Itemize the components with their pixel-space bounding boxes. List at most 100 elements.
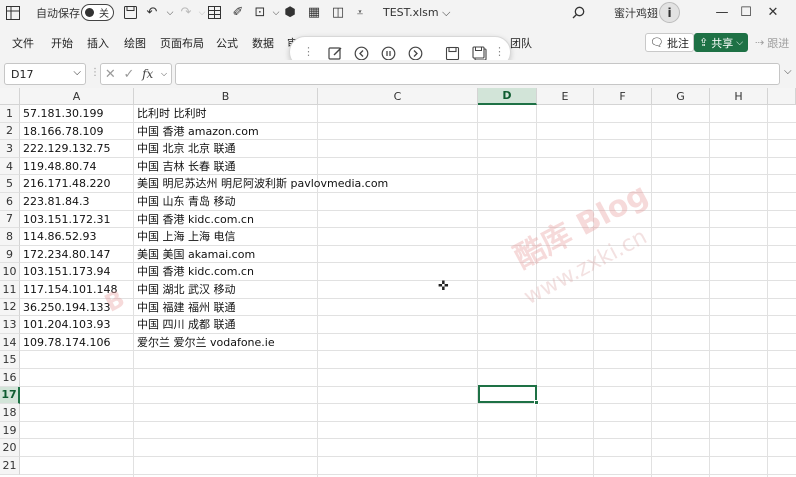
chevron-down-icon[interactable]: ⌵ [161, 69, 167, 79]
insert-function-button[interactable]: fx [142, 67, 153, 81]
macro-icon[interactable]: ▦ [304, 0, 324, 25]
cell-a8[interactable]: 114.86.52.93 [20, 228, 96, 246]
python-icon[interactable]: ⬢ [280, 0, 300, 25]
row-header-12[interactable]: 12 [0, 298, 20, 317]
cell-a5[interactable]: 216.171.48.220 [20, 175, 110, 193]
cell-b7[interactable]: 中国 香港 kidc.com.cn [134, 211, 254, 229]
column-header-overflow[interactable] [768, 88, 796, 105]
cell-b4[interactable]: 中国 吉林 长春 联通 [134, 158, 236, 176]
save-icon[interactable] [120, 0, 140, 25]
row-header-14[interactable]: 14 [0, 333, 20, 352]
column-header-b[interactable]: B [134, 88, 318, 105]
cell-b12[interactable]: 中国 福建 福州 联通 [134, 299, 236, 317]
close-icon[interactable]: ✕ [750, 0, 796, 25]
share-button[interactable]: ⇪ 共享 ⌵ [694, 33, 749, 52]
comments-button[interactable]: 🗨 批注 [645, 33, 694, 52]
chevron-down-icon[interactable]: ⌵ [73, 67, 81, 78]
cell-a1[interactable]: 57.181.30.199 [20, 105, 103, 123]
selected-cell-d17[interactable] [478, 385, 537, 403]
spreadsheet-grid[interactable]: A B C D E F G H 1 2 3 4 5 6 7 8 9 10 11 12 13 14 15 16 17 18 19 20 2… [0, 88, 796, 477]
cell-a11[interactable]: 117.154.101.148 [20, 281, 117, 299]
cell-b11[interactable]: 中国 湖北 武汉 移动 [134, 281, 236, 299]
name-box[interactable]: D17 ⌵ [4, 63, 86, 85]
tab-file[interactable]: 文件 [12, 35, 34, 51]
cell-a2[interactable]: 18.166.78.109 [20, 123, 103, 141]
tab-home[interactable]: 开始 [51, 35, 73, 51]
cell-b2[interactable]: 中国 香港 amazon.com [134, 123, 259, 141]
undo-icon[interactable]: ↶ [142, 0, 162, 25]
row-header-11[interactable]: 11 [0, 281, 20, 299]
row-header-10[interactable]: 10 [0, 263, 20, 281]
customize-toolbar-icon[interactable]: ⩡ [350, 0, 370, 25]
autosave-toggle[interactable]: 关 [81, 4, 114, 21]
column-header-d[interactable]: D [478, 88, 537, 105]
row-header-3[interactable]: 3 [0, 140, 20, 158]
cell-b9[interactable]: 美国 美国 akamai.com [134, 246, 255, 264]
row-header-7[interactable]: 7 [0, 210, 20, 229]
cell-a9[interactable]: 172.234.80.147 [20, 246, 110, 264]
excel-app-icon[interactable] [4, 0, 22, 25]
expand-formula-bar-icon[interactable]: ⌵ [784, 66, 792, 77]
user-name[interactable]: 蜜汁鸡翅 [614, 0, 658, 25]
column-header-h[interactable]: H [710, 88, 768, 105]
tab-team[interactable]: 团队 [510, 35, 532, 51]
cell-a10[interactable]: 103.151.173.94 [20, 263, 110, 281]
row-header-2[interactable]: 2 [0, 122, 20, 141]
row-header-1[interactable]: 1 [0, 105, 20, 123]
row-header-6[interactable]: 6 [0, 193, 20, 211]
cell-b8[interactable]: 中国 上海 上海 电信 [134, 228, 236, 246]
cancel-icon[interactable]: ✕ [105, 67, 116, 82]
cell-b6[interactable]: 中国 山东 青岛 移动 [134, 193, 236, 211]
cell-b13[interactable]: 中国 四川 成都 联通 [134, 316, 236, 334]
row-header-9[interactable]: 9 [0, 245, 20, 264]
cell-a6[interactable]: 223.81.84.3 [20, 193, 89, 211]
tab-draw[interactable]: 绘图 [124, 35, 146, 51]
screenshot-icon[interactable]: ◫ [328, 0, 348, 25]
row-header-13[interactable]: 13 [0, 316, 20, 334]
row-header-4[interactable]: 4 [0, 157, 20, 176]
grid-row-line [20, 385, 796, 387]
formula-input[interactable] [175, 63, 780, 85]
row-header-8[interactable]: 8 [0, 228, 20, 246]
column-header-f[interactable]: F [594, 88, 652, 105]
more-options-icon[interactable]: ⋮ [494, 45, 505, 58]
cell-a7[interactable]: 103.151.172.31 [20, 211, 110, 229]
select-all-corner[interactable] [0, 88, 20, 105]
cell-a13[interactable]: 101.204.103.93 [20, 316, 110, 334]
row-header-19[interactable]: 19 [0, 421, 20, 440]
table-icon[interactable] [204, 0, 224, 25]
column-header-e[interactable]: E [537, 88, 594, 105]
cell-b3[interactable]: 中国 北京 北京 联通 [134, 140, 236, 158]
cell-b5[interactable]: 美国 明尼苏达州 明尼阿波利斯 pavlovmedia.com [134, 175, 388, 193]
cell-a4[interactable]: 119.48.80.74 [20, 158, 96, 176]
column-header-c[interactable]: C [318, 88, 478, 105]
cell-b10[interactable]: 中国 香港 kidc.com.cn [134, 263, 254, 281]
row-header-15[interactable]: 15 [0, 351, 20, 369]
format-icon[interactable]: ✐ [228, 0, 248, 25]
row-header-17[interactable]: 17 [0, 386, 20, 405]
follow-button[interactable]: ⇢ 跟进 [751, 33, 793, 52]
cell-b1[interactable]: 比利时 比利时 [134, 105, 207, 123]
avatar[interactable]: i [659, 2, 680, 23]
drag-handle-icon[interactable]: ⋮ [303, 45, 314, 58]
cell-b14[interactable]: 爱尔兰 爱尔兰 vodafone.ie [134, 334, 275, 352]
row-header-21[interactable]: 21 [0, 457, 20, 475]
column-header-a[interactable]: A [20, 88, 134, 105]
row-header-20[interactable]: 20 [0, 439, 20, 457]
tab-page-layout[interactable]: 页面布局 [160, 35, 204, 51]
column-header-g[interactable]: G [652, 88, 710, 105]
fill-handle[interactable] [534, 400, 539, 405]
tab-data[interactable]: 数据 [252, 35, 274, 51]
row-header-18[interactable]: 18 [0, 404, 20, 422]
tab-formulas[interactable]: 公式 [216, 35, 238, 51]
cell-a12[interactable]: 36.250.194.133 [20, 299, 110, 317]
cell-a14[interactable]: 109.78.174.106 [20, 334, 110, 352]
check-icon[interactable]: ✓ [123, 67, 134, 82]
row-header-16[interactable]: 16 [0, 369, 20, 387]
follow-icon: ⇢ [755, 36, 765, 49]
search-icon[interactable] [568, 0, 588, 25]
cell-a3[interactable]: 222.129.132.75 [20, 140, 110, 158]
row-header-5[interactable]: 5 [0, 175, 20, 193]
document-title[interactable]: TEST.xlsm ⌵ [383, 0, 450, 25]
tab-insert[interactable]: 插入 [87, 35, 109, 51]
